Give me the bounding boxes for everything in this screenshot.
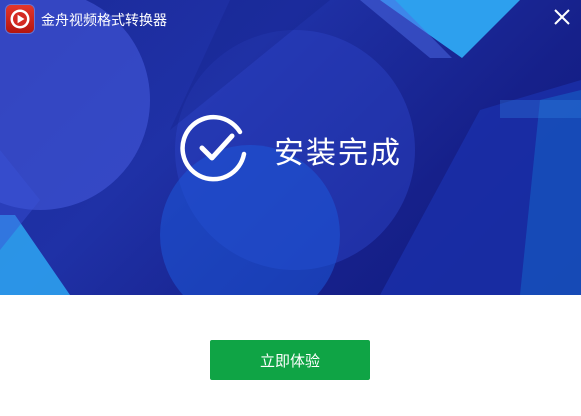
install-complete-text: 安装完成: [274, 136, 402, 171]
check-circle-icon: [180, 114, 247, 182]
close-icon: [554, 9, 570, 25]
close-button[interactable]: [551, 6, 573, 28]
try-now-button[interactable]: 立即体验: [210, 340, 370, 380]
window-title: 金舟视频格式转换器: [41, 13, 167, 29]
play-logo-icon: [6, 5, 34, 33]
title-bar: 金舟视频格式转换器: [0, 0, 581, 36]
footer-panel: 立即体验: [0, 295, 581, 416]
